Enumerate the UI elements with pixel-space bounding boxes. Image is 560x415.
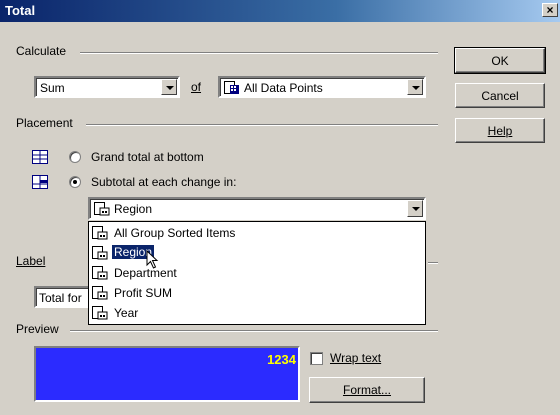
subtotal-label[interactable]: Subtotal at each change in: — [91, 175, 236, 189]
list-item[interactable]: Year — [90, 303, 424, 323]
label-divider — [428, 262, 438, 264]
label-section-label: Label — [16, 254, 46, 268]
function-select-value: Sum — [40, 81, 65, 95]
cancel-button[interactable]: Cancel — [455, 83, 545, 108]
wrap-text-label[interactable]: Wrap text — [330, 351, 381, 365]
list-item-label: Profit SUM — [114, 286, 173, 300]
window-title: Total — [5, 3, 36, 18]
preview-divider — [70, 330, 438, 332]
placement-divider — [86, 124, 438, 126]
change-in-select[interactable]: Region — [88, 197, 426, 220]
wrap-text-checkbox[interactable] — [310, 352, 323, 365]
list-item-label: All Group Sorted Items — [114, 226, 236, 240]
help-button[interactable]: Help — [455, 118, 545, 143]
data-points-icon — [224, 81, 239, 94]
source-select-value: All Data Points — [244, 81, 323, 95]
subtotal-icon — [32, 175, 48, 189]
data-item-icon — [92, 306, 108, 320]
preview-label: Preview — [16, 322, 59, 336]
grand-total-label[interactable]: Grand total at bottom — [91, 150, 204, 164]
data-item-icon — [92, 246, 108, 260]
label-input-value: Total for — [39, 291, 82, 305]
ok-button[interactable]: OK — [454, 47, 546, 74]
calculate-label: Calculate — [16, 44, 67, 58]
grand-total-icon — [32, 150, 48, 164]
title-bar: Total × — [0, 0, 560, 22]
list-item[interactable]: Region — [90, 243, 424, 263]
calculate-divider — [80, 52, 438, 54]
data-item-icon — [92, 226, 108, 240]
function-select[interactable]: Sum — [34, 76, 180, 98]
list-item[interactable]: Profit SUM — [90, 283, 424, 303]
list-item[interactable]: All Group Sorted Items — [90, 223, 424, 243]
close-icon[interactable]: × — [542, 3, 558, 17]
grand-total-radio[interactable] — [69, 151, 81, 163]
subtotal-radio[interactable] — [69, 176, 81, 188]
preview-value: 1234 — [267, 352, 296, 367]
data-item-icon — [92, 286, 108, 300]
data-item-icon — [92, 266, 108, 280]
mouse-cursor-icon — [146, 250, 159, 269]
data-item-icon — [94, 202, 110, 216]
list-item-label: Year — [114, 306, 139, 320]
source-select-arrow[interactable] — [407, 79, 423, 95]
list-item[interactable]: Department — [90, 263, 424, 283]
preview-box: 1234 — [34, 346, 300, 402]
format-button[interactable]: Format... — [309, 377, 425, 403]
change-in-value: Region — [114, 202, 153, 216]
function-select-arrow[interactable] — [161, 79, 177, 95]
change-in-arrow[interactable] — [407, 200, 423, 217]
change-in-dropdown-list[interactable]: All Group Sorted Items Region Department… — [88, 221, 426, 325]
placement-label: Placement — [16, 116, 73, 130]
source-select[interactable]: All Data Points — [218, 76, 426, 98]
of-label: of — [191, 80, 202, 94]
